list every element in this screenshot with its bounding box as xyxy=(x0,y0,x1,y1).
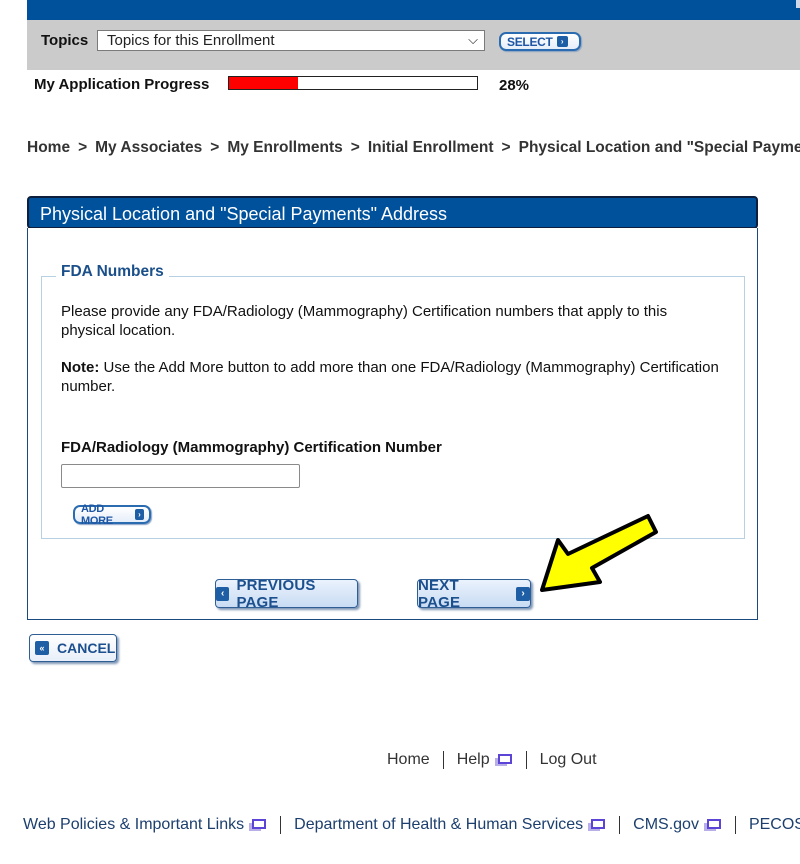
add-more-button[interactable]: ADD MORE › xyxy=(73,502,151,527)
progress-fill xyxy=(229,77,299,89)
external-window-icon xyxy=(703,819,721,832)
topics-bar: Topics Topics for this Enrollment ⌵ xyxy=(27,20,800,70)
breadcrumb-initial-enrollment[interactable]: Initial Enrollment xyxy=(368,139,494,156)
breadcrumb-separator: > xyxy=(501,139,511,156)
breadcrumb-my-associates[interactable]: My Associates xyxy=(95,139,202,156)
cancel-label: CANCEL xyxy=(57,640,116,656)
yellow-annotation-arrow-icon xyxy=(540,514,658,592)
chevron-down-icon: ⌵ xyxy=(468,32,478,47)
topics-label: Topics xyxy=(41,32,89,49)
progress-percent: 28% xyxy=(499,77,530,94)
instruction-text: Please provide any FDA/Radiology (Mammog… xyxy=(61,303,668,339)
header-edge-fragment xyxy=(796,0,800,8)
cancel-button[interactable]: « CANCEL xyxy=(29,634,117,662)
previous-page-button[interactable]: ‹ PREVIOUS PAGE xyxy=(215,576,358,611)
divider xyxy=(525,751,527,769)
web-policies-label: Web Policies & Important Links xyxy=(23,816,245,834)
arrow-right-icon: › xyxy=(516,586,530,601)
external-window-icon xyxy=(588,819,606,832)
previous-page-label: PREVIOUS PAGE xyxy=(236,576,316,611)
hhs-label: Department of Health & Human Services xyxy=(294,816,584,834)
cms-gov-link[interactable]: CMS.gov xyxy=(633,816,722,834)
progress-label: My Application Progress xyxy=(34,76,210,93)
breadcrumb-current-page: Physical Location and "Special Payments"… xyxy=(518,139,800,156)
note-body: Use the Add More button to add more than… xyxy=(61,359,719,395)
note-text: Note: Use the Add More button to add mor… xyxy=(61,358,721,396)
double-chevron-left-icon: « xyxy=(35,641,49,655)
breadcrumb-separator: > xyxy=(350,139,360,156)
select-button-label: SELECT xyxy=(507,34,553,49)
divider xyxy=(734,816,736,834)
divider xyxy=(619,816,621,834)
breadcrumb-separator: > xyxy=(78,139,88,156)
breadcrumb-home[interactable]: Home xyxy=(27,139,70,156)
next-page-label: NEXT PAGE xyxy=(418,576,461,611)
top-header-bar xyxy=(27,0,800,20)
topics-select[interactable]: Topics for this Enrollment ⌵ xyxy=(97,30,485,51)
fieldset-legend: FDA Numbers xyxy=(56,263,169,281)
breadcrumb-my-enrollments[interactable]: My Enrollments xyxy=(227,139,342,156)
footer-help-link[interactable]: Help xyxy=(457,751,513,769)
select-button[interactable]: SELECT › xyxy=(499,32,581,51)
arrow-right-icon: › xyxy=(134,509,144,520)
progress-bar xyxy=(228,76,478,90)
arrow-right-icon: › xyxy=(556,36,568,47)
external-window-icon xyxy=(494,754,512,767)
next-page-button[interactable]: NEXT PAGE › xyxy=(417,576,531,611)
external-window-icon xyxy=(249,819,267,832)
bottom-links: Web Policies & Important Links Department… xyxy=(23,816,800,834)
topics-select-value: Topics for this Enrollment xyxy=(107,32,275,49)
footer-logout-link[interactable]: Log Out xyxy=(540,751,597,768)
footer-links: Home Help Log Out xyxy=(387,751,597,769)
divider xyxy=(280,816,282,834)
note-label: Note: xyxy=(61,359,100,376)
web-policies-link[interactable]: Web Policies & Important Links xyxy=(23,816,267,834)
pecos-link[interactable]: PECOS xyxy=(749,816,800,833)
breadcrumb: Home > My Associates > My Enrollments > Initia… xyxy=(27,139,800,157)
cms-gov-label: CMS.gov xyxy=(633,816,699,834)
arrow-left-icon: ‹ xyxy=(216,586,230,601)
add-more-label: ADD MORE xyxy=(81,502,113,527)
footer-home-link[interactable]: Home xyxy=(387,751,430,768)
divider xyxy=(442,751,444,769)
certification-number-label: FDA/Radiology (Mammography) Certificatio… xyxy=(61,439,442,456)
panel-title: Physical Location and "Special Payments"… xyxy=(27,196,758,229)
certification-number-input[interactable] xyxy=(61,464,300,488)
hhs-link[interactable]: Department of Health & Human Services xyxy=(294,816,606,834)
footer-help-label: Help xyxy=(456,751,490,769)
breadcrumb-separator: > xyxy=(210,139,220,156)
